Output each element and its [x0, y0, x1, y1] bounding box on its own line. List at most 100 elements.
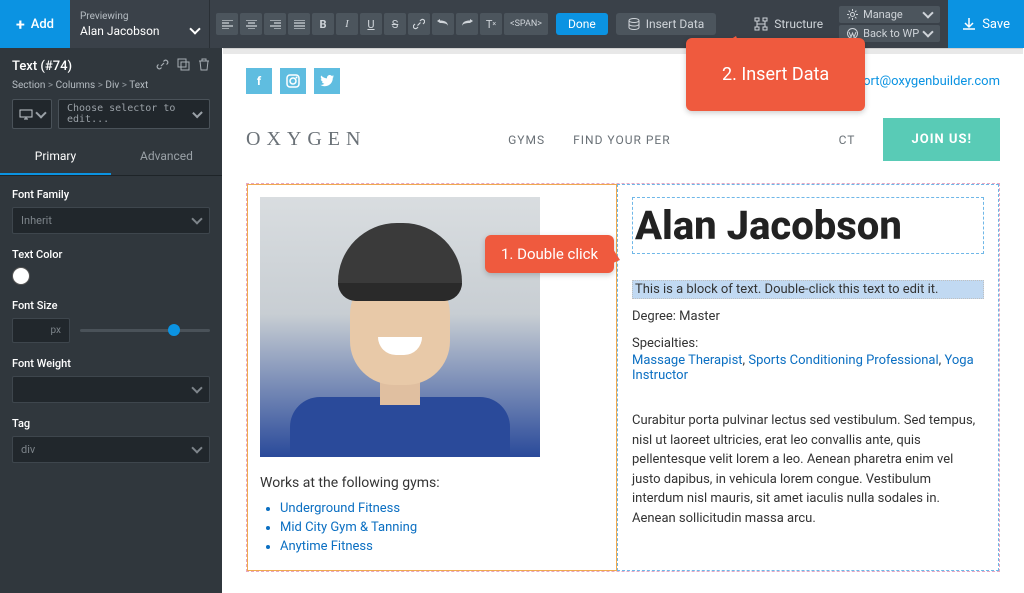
align-center-button[interactable]: [240, 13, 262, 35]
data-icon: [628, 18, 640, 30]
align-left-button[interactable]: [216, 13, 238, 35]
works-at-label: Works at the following gyms:: [260, 475, 604, 491]
text-color-swatch[interactable]: [12, 267, 30, 285]
structure-label: Structure: [774, 17, 823, 31]
callout-double-click: 1. Double click: [485, 235, 614, 273]
chevron-down-icon: [191, 382, 202, 393]
instagram-icon[interactable]: [280, 68, 306, 94]
crumb-columns[interactable]: Columns: [56, 80, 96, 91]
chevron-down-icon: [923, 7, 934, 18]
insert-data-button[interactable]: Insert Data: [616, 13, 717, 35]
specialties-links: Massage Therapist, Sports Conditioning P…: [632, 353, 984, 383]
clear-format-button[interactable]: T×: [480, 13, 502, 35]
save-label: Save: [982, 17, 1010, 32]
text-color-label: Text Color: [12, 248, 210, 261]
font-family-select[interactable]: Inherit: [12, 207, 210, 234]
font-size-input[interactable]: px: [12, 318, 70, 343]
align-justify-button[interactable]: [288, 13, 310, 35]
gym-link[interactable]: Anytime Fitness: [280, 539, 604, 554]
crumb-section[interactable]: Section: [12, 80, 45, 91]
align-right-button[interactable]: [264, 13, 286, 35]
content-section: Works at the following gyms: Underground…: [246, 183, 1000, 572]
person-name-heading[interactable]: Alan Jacobson: [632, 197, 984, 254]
crumb-div[interactable]: Div: [105, 80, 119, 91]
facebook-icon[interactable]: f: [246, 68, 272, 94]
chevron-down-icon: [35, 107, 46, 118]
site-topbar: f (678) 999-8212 support@oxygenbuilder.c…: [222, 54, 1024, 108]
add-button[interactable]: + Add: [0, 0, 70, 48]
nav-find[interactable]: FIND YOUR PER: [573, 133, 671, 147]
text-editor-toolbar: B I U S T× <SPAN> Done Insert Data: [210, 0, 722, 48]
selector-placeholder: Choose selector to edit...: [67, 103, 194, 125]
site-logo[interactable]: OXYGEN: [246, 128, 366, 151]
right-column[interactable]: Alan Jacobson This is a block of text. D…: [617, 184, 999, 571]
underline-button[interactable]: U: [360, 13, 382, 35]
font-weight-select[interactable]: [12, 376, 210, 403]
gear-icon: [847, 9, 858, 20]
nav-ct[interactable]: CT: [839, 133, 856, 147]
font-size-label: Font Size: [12, 299, 210, 312]
gym-link[interactable]: Underground Fitness: [280, 501, 604, 516]
link-button[interactable]: [408, 13, 430, 35]
tag-select[interactable]: div: [12, 436, 210, 463]
plus-icon: +: [16, 15, 25, 34]
join-button[interactable]: JOIN US!: [883, 118, 1000, 161]
specialty-link[interactable]: Sports Conditioning Professional: [748, 353, 938, 368]
insert-data-label: Insert Data: [646, 17, 705, 31]
tab-primary[interactable]: Primary: [0, 139, 111, 175]
bio-text: Curabitur porta pulvinar lectus sed vest…: [632, 411, 984, 528]
app-topbar: + Add Previewing Alan Jacobson B I U S T×…: [0, 0, 1024, 48]
desktop-icon: [19, 109, 33, 120]
trash-icon[interactable]: [198, 58, 210, 74]
done-button[interactable]: Done: [556, 13, 608, 35]
nav-gyms[interactable]: GYMS: [508, 133, 545, 147]
strike-button[interactable]: S: [384, 13, 406, 35]
structure-icon: [754, 17, 768, 31]
sidebar-tabs: Primary Advanced: [0, 139, 222, 176]
font-weight-label: Font Weight: [12, 357, 210, 370]
slider-thumb[interactable]: [168, 324, 180, 336]
tab-advanced[interactable]: Advanced: [111, 139, 222, 175]
chevron-down-icon: [923, 26, 934, 37]
add-label: Add: [31, 17, 54, 32]
chevron-down-icon: [191, 213, 202, 224]
site-nav: OXYGEN GYMS FIND YOUR PER CT JOIN US!: [222, 108, 1024, 183]
chevron-down-icon: [189, 23, 200, 34]
bold-button[interactable]: B: [312, 13, 334, 35]
crumb-text[interactable]: Text: [129, 80, 148, 91]
copy-icon[interactable]: [177, 58, 190, 74]
selector-input[interactable]: Choose selector to edit...: [58, 99, 210, 129]
download-icon: [962, 17, 976, 31]
span-button[interactable]: <SPAN>: [504, 13, 548, 35]
link-icon[interactable]: [156, 58, 169, 74]
italic-button[interactable]: I: [336, 13, 358, 35]
previewing-selector[interactable]: Previewing Alan Jacobson: [70, 0, 210, 48]
element-title: Text (#74): [12, 59, 72, 74]
editable-text-block[interactable]: This is a block of text. Double-click th…: [632, 280, 984, 299]
specialties-label: Specialties:: [632, 336, 984, 351]
previewing-value: Alan Jacobson: [80, 24, 160, 38]
social-links: f: [246, 68, 340, 94]
gym-list: Underground Fitness Mid City Gym & Tanni…: [260, 501, 604, 554]
font-size-slider[interactable]: [80, 329, 210, 332]
properties-sidebar: Text (#74) Section > Columns > Div > Tex…: [0, 48, 222, 593]
editor-canvas: f (678) 999-8212 support@oxygenbuilder.c…: [222, 48, 1024, 593]
manage-label: Manage: [863, 8, 903, 21]
twitter-icon[interactable]: [314, 68, 340, 94]
chevron-down-icon: [191, 442, 202, 453]
degree-text: Degree: Master: [632, 309, 984, 324]
back-label: Back to WP: [863, 27, 919, 40]
manage-button[interactable]: Manage: [839, 6, 940, 23]
callout-insert-data: 2. Insert Data: [686, 38, 865, 111]
structure-button[interactable]: Structure: [746, 17, 831, 31]
save-button[interactable]: Save: [948, 0, 1024, 48]
breadcrumb: Section > Columns > Div > Text: [0, 80, 222, 99]
gym-link[interactable]: Mid City Gym & Tanning: [280, 520, 604, 535]
specialty-link[interactable]: Massage Therapist: [632, 353, 743, 368]
undo-button[interactable]: [432, 13, 454, 35]
tag-label: Tag: [12, 417, 210, 430]
redo-button[interactable]: [456, 13, 478, 35]
font-family-label: Font Family: [12, 188, 210, 201]
device-selector[interactable]: [12, 99, 52, 129]
previewing-label: Previewing: [80, 11, 199, 22]
